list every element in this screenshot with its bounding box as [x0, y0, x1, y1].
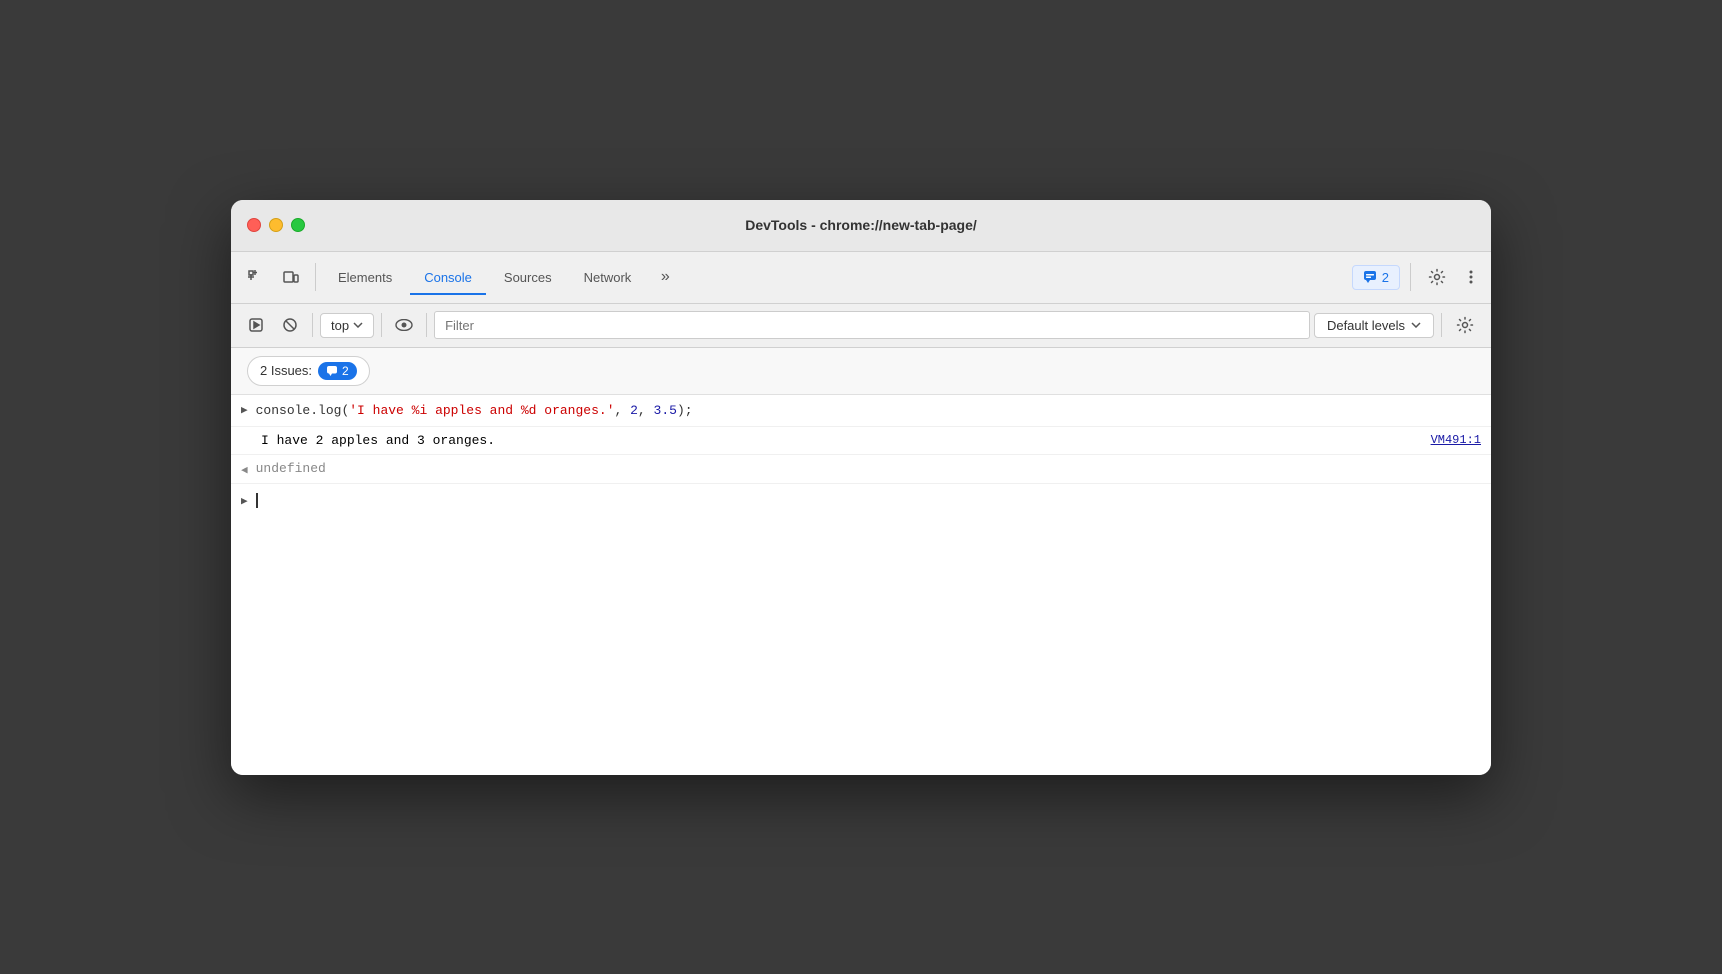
eye-icon — [395, 319, 413, 331]
devtools-window: DevTools - chrome://new-tab-page/ Elemen… — [231, 200, 1491, 775]
tab-network[interactable]: Network — [570, 259, 646, 295]
toolbar-divider-4 — [1441, 313, 1442, 337]
filter-input[interactable] — [434, 311, 1310, 339]
issues-pill-button[interactable]: 2 Issues: 2 — [247, 356, 370, 386]
tab-divider-1 — [315, 263, 316, 291]
inspector-icon-button[interactable] — [239, 261, 271, 293]
more-tabs-button[interactable]: » — [649, 261, 681, 293]
chevron-down-icon-2 — [1411, 322, 1421, 328]
context-selector[interactable]: top — [320, 313, 374, 338]
console-cursor — [256, 493, 258, 508]
default-levels-button[interactable]: Default levels — [1314, 313, 1434, 338]
chevron-down-icon — [353, 322, 363, 328]
console-content: ▶ console.log('I have %i apples and %d o… — [231, 395, 1491, 775]
console-settings-button[interactable] — [1449, 309, 1481, 341]
close-button[interactable] — [247, 218, 261, 232]
issues-count-badge: 2 — [318, 362, 357, 380]
console-source-link[interactable]: VM491:1 — [1431, 433, 1481, 447]
issues-bar: 2 Issues: 2 — [231, 348, 1491, 395]
toolbar-divider-3 — [426, 313, 427, 337]
undefined-text: undefined — [256, 461, 326, 476]
prompt-arrow: ▶ — [241, 494, 248, 508]
gear-icon — [1428, 268, 1446, 286]
console-entry-undefined: ◀ undefined — [231, 455, 1491, 484]
toolbar-divider-2 — [381, 313, 382, 337]
chat-icon — [1363, 270, 1377, 284]
settings-button[interactable] — [1421, 261, 1453, 293]
console-entry-log: ▶ console.log('I have %i apples and %d o… — [231, 395, 1491, 428]
no-entry-button[interactable] — [275, 311, 305, 339]
console-toolbar: top Default levels — [231, 304, 1491, 348]
tab-console[interactable]: Console — [410, 259, 486, 295]
console-log-line: console.log('I have %i apples and %d ora… — [256, 401, 1481, 421]
tab-sources[interactable]: Sources — [490, 259, 566, 295]
play-icon — [248, 317, 264, 333]
issues-badge-button[interactable]: 2 — [1352, 265, 1400, 290]
more-options-button[interactable] — [1459, 261, 1483, 293]
eye-button[interactable] — [389, 311, 419, 339]
toolbar-divider-1 — [312, 313, 313, 337]
gear-icon-2 — [1456, 316, 1474, 334]
devtools-tabs-bar: Elements Console Sources Network » 2 — [231, 252, 1491, 304]
traffic-lights — [247, 218, 305, 232]
console-input-row[interactable]: ▶ — [231, 484, 1491, 516]
minimize-button[interactable] — [269, 218, 283, 232]
window-title: DevTools - chrome://new-tab-page/ — [745, 217, 977, 233]
tab-divider-2 — [1410, 263, 1411, 291]
chat-icon-2 — [326, 365, 338, 377]
tabs-right-section: 2 — [1352, 261, 1483, 293]
block-icon — [282, 317, 298, 333]
kebab-icon — [1463, 269, 1479, 285]
console-output-text: I have 2 apples and 3 oranges. — [261, 433, 495, 448]
device-toolbar-icon-button[interactable] — [275, 261, 307, 293]
tab-elements[interactable]: Elements — [324, 259, 406, 295]
expand-arrow[interactable]: ▶ — [241, 403, 248, 417]
console-entry-output: I have 2 apples and 3 oranges. VM491:1 — [231, 427, 1491, 455]
maximize-button[interactable] — [291, 218, 305, 232]
return-arrow: ◀ — [241, 463, 248, 477]
clear-console-button[interactable] — [241, 311, 271, 339]
titlebar: DevTools - chrome://new-tab-page/ — [231, 200, 1491, 252]
